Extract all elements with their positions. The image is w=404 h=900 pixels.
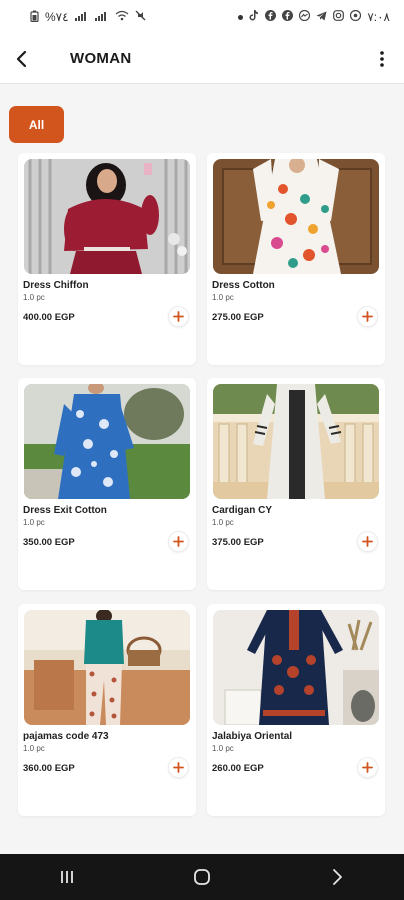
- chevron-right-icon: [332, 869, 342, 885]
- product-price: 400.00 EGP: [23, 312, 75, 323]
- product-image: [24, 159, 190, 274]
- more-options-button[interactable]: [360, 34, 404, 84]
- product-unit: 1.0 pc: [23, 744, 45, 753]
- telegram-icon: [316, 11, 327, 24]
- product-name: Cardigan CY: [212, 505, 273, 516]
- nav-home-button[interactable]: [172, 857, 232, 897]
- plus-icon: [362, 762, 373, 773]
- product-unit: 1.0 pc: [23, 293, 45, 302]
- status-bar: %٧٤ ٧:٠٨: [0, 0, 404, 34]
- product-price: 350.00 EGP: [23, 537, 75, 548]
- wifi-icon: [115, 10, 129, 24]
- plus-icon: [362, 536, 373, 547]
- product-name: Dress Exit Cotton: [23, 505, 107, 516]
- system-nav-bar: [0, 854, 404, 900]
- battery-icon: [30, 10, 39, 25]
- back-button[interactable]: [0, 34, 44, 84]
- product-unit: 1.0 pc: [212, 518, 234, 527]
- product-unit: 1.0 pc: [23, 518, 45, 527]
- product-name: pajamas code 473: [23, 731, 109, 742]
- plus-icon: [362, 311, 373, 322]
- product-price: 275.00 EGP: [212, 312, 264, 323]
- facebook-2-icon: [282, 10, 294, 24]
- app-bar: WOMAN: [0, 34, 404, 84]
- messenger-icon: [299, 9, 311, 24]
- product-image: [213, 610, 379, 725]
- add-to-cart-button[interactable]: [168, 531, 189, 552]
- clock: ٧:٠٨: [367, 10, 390, 24]
- product-card[interactable]: Dress Exit Cotton 1.0 pc 350.00 EGP: [18, 378, 196, 590]
- product-list: All Dress Chiffon 1.0 pc 400.00 EGP Dres…: [0, 85, 404, 854]
- add-to-cart-button[interactable]: [357, 306, 378, 327]
- add-to-cart-button[interactable]: [357, 757, 378, 778]
- product-card[interactable]: Jalabiya Oriental 1.0 pc 260.00 EGP: [207, 604, 385, 816]
- status-right: ٧:٠٨: [238, 9, 390, 24]
- battery-percent: %٧٤: [45, 10, 69, 24]
- product-price: 260.00 EGP: [212, 763, 264, 774]
- tiktok-icon: [249, 10, 259, 24]
- product-image: [213, 384, 379, 499]
- filter-chip-all[interactable]: All: [9, 106, 64, 143]
- signal-2-icon: [94, 11, 109, 24]
- page-title: WOMAN: [70, 50, 132, 67]
- product-card[interactable]: Dress Cotton 1.0 pc 275.00 EGP: [207, 153, 385, 365]
- signal-icon: [74, 11, 89, 24]
- product-image: [24, 610, 190, 725]
- status-left: %٧٤: [30, 10, 146, 25]
- recents-icon: [61, 871, 74, 883]
- home-icon: [194, 869, 210, 885]
- product-price: 375.00 EGP: [212, 537, 264, 548]
- product-name: Dress Cotton: [212, 280, 275, 291]
- product-card[interactable]: Cardigan CY 1.0 pc 375.00 EGP: [207, 378, 385, 590]
- facebook-icon: [265, 10, 277, 24]
- product-unit: 1.0 pc: [212, 744, 234, 753]
- plus-icon: [173, 536, 184, 547]
- plus-icon: [173, 311, 184, 322]
- add-to-cart-button[interactable]: [168, 306, 189, 327]
- arrow-left-icon: [16, 50, 27, 67]
- nav-back-button[interactable]: [307, 857, 367, 897]
- product-image: [213, 159, 379, 274]
- instagram-icon: [333, 10, 345, 24]
- plus-icon: [173, 762, 184, 773]
- location-icon: [350, 9, 362, 24]
- product-name: Jalabiya Oriental: [212, 731, 293, 742]
- product-name: Dress Chiffon: [23, 280, 89, 291]
- product-card[interactable]: Dress Chiffon 1.0 pc 400.00 EGP: [18, 153, 196, 365]
- notification-dot-icon: [238, 14, 244, 20]
- nav-recents-button[interactable]: [37, 857, 97, 897]
- product-image: [24, 384, 190, 499]
- product-card[interactable]: pajamas code 473 1.0 pc 360.00 EGP: [18, 604, 196, 816]
- add-to-cart-button[interactable]: [168, 757, 189, 778]
- more-vertical-icon: [380, 50, 384, 67]
- add-to-cart-button[interactable]: [357, 531, 378, 552]
- product-unit: 1.0 pc: [212, 293, 234, 302]
- mute-icon: [135, 10, 146, 24]
- product-price: 360.00 EGP: [23, 763, 75, 774]
